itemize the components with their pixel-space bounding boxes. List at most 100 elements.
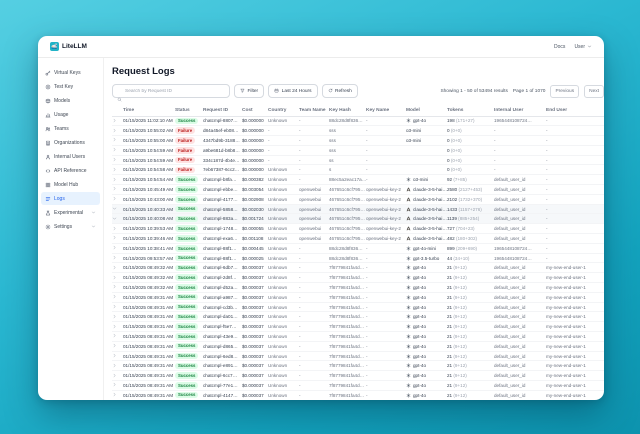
sidebar-item-organizations[interactable]: Organizations [41, 136, 100, 149]
expand-row-chevron-icon[interactable] [112, 324, 117, 329]
expand-row-chevron-icon[interactable] [112, 177, 117, 182]
table-row[interactable]: 01/15/2025 10:54:54 AM Success chatcmpl-… [112, 175, 604, 185]
table-row[interactable]: 01/15/2025 10:45:49 AM Success chatcmpl-… [112, 185, 604, 195]
request-id-cell[interactable]: chatcmpl-f5e7… [203, 322, 242, 332]
table-row[interactable]: 01/15/2025 10:54:59 AM Failure 334c187d-… [112, 155, 604, 165]
request-id-cell[interactable]: chatcmpl-8807… [203, 116, 242, 126]
table-row[interactable]: 01/15/2025 10:40:33 AM Success chatcmpl-… [112, 204, 604, 214]
request-id-cell[interactable]: chatcmpl-e891… [203, 361, 242, 371]
request-id-cell[interactable]: chatcmpl-d865… [203, 341, 242, 351]
expand-row-chevron-icon[interactable] [112, 304, 117, 309]
request-id-cell[interactable]: chatcmpl-b8fa… [203, 175, 242, 185]
expand-row-chevron-icon[interactable] [112, 382, 117, 387]
filter-button[interactable]: Filter [234, 84, 264, 98]
table-row[interactable]: 01/15/2025 08:49:31 AM Success chatcmpl-… [112, 312, 604, 322]
expand-row-chevron-icon[interactable] [112, 245, 117, 250]
table-row[interactable]: 01/15/2025 08:49:31 AM Success chatcmpl-… [112, 302, 604, 312]
expand-row-chevron-icon[interactable] [112, 147, 117, 152]
expand-row-chevron-icon[interactable] [112, 353, 117, 358]
expand-row-chevron-icon[interactable] [112, 196, 117, 201]
request-id-cell[interactable]: chatcmpl-2d8f… [203, 273, 242, 283]
sidebar-item-models[interactable]: Models [41, 94, 100, 107]
table-row[interactable]: 01/15/2025 09:53:57 AM Success chatcmpl-… [112, 253, 604, 263]
table-row[interactable]: 01/15/2025 10:55:00 AM Failure 4347bd9b-… [112, 136, 604, 146]
table-row[interactable]: 01/15/2025 08:49:31 AM Success chatcmpl-… [112, 361, 604, 371]
request-id-cell[interactable]: chatcmpl-6cc7… [203, 371, 242, 381]
request-id-cell[interactable]: chatcmpl-4147… [203, 390, 242, 400]
brand[interactable]: 🚅 LiteLLM [50, 42, 87, 51]
previous-page-button[interactable]: Previous [550, 85, 579, 98]
table-row[interactable]: 01/15/2025 08:49:32 AM Success chatcmpl-… [112, 273, 604, 283]
expand-row-chevron-icon[interactable] [112, 226, 117, 231]
expand-row-chevron-icon[interactable] [112, 157, 117, 162]
request-id-search-field[interactable] [125, 89, 225, 94]
sidebar-item-api-reference[interactable]: API Reference [41, 164, 100, 177]
request-id-cell[interactable]: chatcmpl-88f1… [203, 243, 242, 253]
time-range-button[interactable]: Last 24 Hours [268, 84, 317, 98]
expand-row-chevron-icon[interactable] [112, 186, 117, 191]
sidebar-item-internal-users[interactable]: Internal Users [41, 150, 100, 163]
request-id-cell[interactable]: chatcmpl-6db7… [203, 263, 242, 273]
expand-row-chevron-icon[interactable] [112, 118, 117, 123]
request-id-cell[interactable]: chatcmpl-77e1… [203, 381, 242, 391]
request-id-cell[interactable]: 7eb67387-6cc2… [203, 165, 242, 175]
table-row[interactable]: 01/15/2025 08:49:31 AM Success chatcmpl-… [112, 341, 604, 351]
table-row[interactable]: 01/15/2025 08:49:31 AM Success chatcmpl-… [112, 292, 604, 302]
table-row[interactable]: 01/15/2025 10:54:59 AM Failure a9be681d-… [112, 145, 604, 155]
expand-row-chevron-icon[interactable] [112, 343, 117, 348]
sidebar-item-usage[interactable]: Usage [41, 108, 100, 121]
search-input[interactable] [112, 84, 230, 98]
table-row[interactable]: 01/15/2025 08:49:31 AM Success chatcmpl-… [112, 332, 604, 342]
expand-row-chevron-icon[interactable] [112, 363, 117, 368]
sidebar-item-settings[interactable]: Settings [41, 220, 100, 233]
expand-row-chevron-icon[interactable] [112, 373, 117, 378]
expand-row-chevron-icon[interactable] [112, 333, 117, 338]
table-row[interactable]: 01/15/2025 08:49:32 AM Success chatcmpl-… [112, 263, 604, 273]
sidebar-item-model-hub[interactable]: Model Hub [41, 178, 100, 191]
request-id-cell[interactable]: chatcmpl-da01… [203, 312, 242, 322]
request-id-cell[interactable]: 334c187d-4b4e… [203, 155, 242, 165]
table-row[interactable]: 01/15/2025 08:49:31 AM Success chatcmpl-… [112, 371, 604, 381]
request-id-cell[interactable]: chatcmpl-1748… [203, 224, 242, 234]
table-row[interactable]: 01/15/2025 10:54:58 AM Failure 7eb67387-… [112, 165, 604, 175]
request-id-cell[interactable]: chatcmpl-cd3b… [203, 302, 242, 312]
user-menu[interactable]: User [574, 44, 592, 50]
expand-row-chevron-icon[interactable] [112, 137, 117, 142]
expand-row-chevron-icon[interactable] [112, 235, 117, 240]
expand-row-chevron-icon[interactable] [112, 284, 117, 289]
expand-row-chevron-icon[interactable] [112, 265, 117, 270]
table-row[interactable]: 01/15/2025 10:39:46 AM Success chatcmpl-… [112, 234, 604, 244]
sidebar-item-teams[interactable]: Teams [41, 122, 100, 135]
table-row[interactable]: 01/15/2025 10:55:02 AM Failure d84a45ef-… [112, 126, 604, 136]
expand-row-chevron-icon[interactable] [112, 275, 117, 280]
next-page-button[interactable]: Next [584, 85, 604, 98]
expand-row-chevron-icon[interactable] [112, 314, 117, 319]
request-id-cell[interactable]: chatcmpl-4177… [203, 194, 242, 204]
table-row[interactable]: 01/15/2025 10:43:00 AM Success chatcmpl-… [112, 194, 604, 204]
sidebar-item-experimental[interactable]: Experimental [41, 206, 100, 219]
request-id-cell[interactable]: d84a45ef-eb08… [203, 126, 242, 136]
table-row[interactable]: 01/15/2025 08:49:31 AM Success chatcmpl-… [112, 390, 604, 400]
request-id-cell[interactable]: chatcmpl-exa6… [203, 234, 242, 244]
expand-row-chevron-icon[interactable] [112, 294, 117, 299]
request-id-cell[interactable]: chatcmpl-d52a… [203, 283, 242, 293]
request-id-cell[interactable]: chatcmpl-43e9… [203, 332, 242, 342]
table-row[interactable]: 01/15/2025 11:02:10 AM Success chatcmpl-… [112, 116, 604, 126]
expand-row-chevron-icon[interactable] [112, 392, 117, 397]
expand-row-chevron-icon[interactable] [112, 206, 117, 211]
expand-row-chevron-icon[interactable] [112, 255, 117, 260]
request-id-cell[interactable]: a9be681d-b8b8… [203, 145, 242, 155]
table-row[interactable]: 01/15/2025 10:40:08 AM Success chatcmpl-… [112, 214, 604, 224]
request-id-cell[interactable]: chatcmpl-5858… [203, 204, 242, 214]
expand-row-chevron-icon[interactable] [112, 128, 117, 133]
request-id-cell[interactable]: chatcmpl-ebbe… [203, 185, 242, 195]
table-row[interactable]: 01/15/2025 08:49:31 AM Success chatcmpl-… [112, 322, 604, 332]
sidebar-item-logs[interactable]: Logs [41, 192, 100, 205]
sidebar-item-test-key[interactable]: Test Key [41, 80, 100, 93]
table-row[interactable]: 01/15/2025 10:38:41 AM Success chatcmpl-… [112, 243, 604, 253]
request-id-cell[interactable]: chatcmpl-6ed8… [203, 351, 242, 361]
request-logs-table-container[interactable]: TimeStatusRequest IDCostCountryTeam Name… [112, 105, 604, 400]
request-id-cell[interactable]: chatcmpl-a987… [203, 292, 242, 302]
table-row[interactable]: 01/15/2025 08:49:31 AM Success chatcmpl-… [112, 381, 604, 391]
table-row[interactable]: 01/15/2025 10:39:53 AM Success chatcmpl-… [112, 224, 604, 234]
